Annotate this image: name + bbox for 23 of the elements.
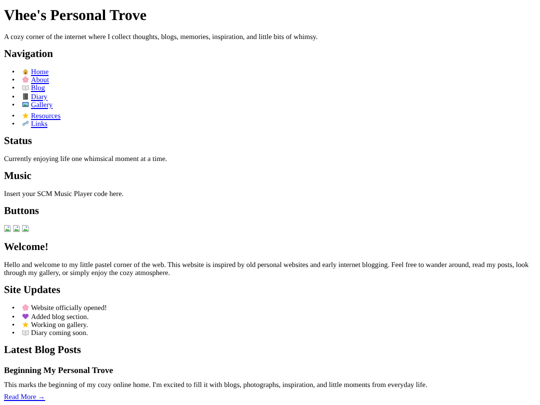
star-icon — [22, 320, 29, 328]
post-title: Beginning My Personal Trove — [4, 365, 114, 376]
section-heading: Status — [4, 136, 34, 148]
section-heading: Buttons — [4, 206, 40, 218]
section-heading: Site Updates — [4, 285, 62, 298]
broken-image-icon — [4, 225, 11, 232]
section-heading: Welcome! — [4, 242, 50, 254]
heart-icon — [22, 312, 29, 320]
broken-image-icon — [22, 225, 29, 232]
section-heading: Music — [4, 171, 32, 184]
book-icon — [22, 84, 29, 92]
site-title: Vhee's Personal Trove — [4, 7, 148, 25]
section-heading: Latest Blog Posts — [4, 345, 82, 358]
picture-frame-icon — [22, 100, 29, 108]
flower-icon — [22, 76, 29, 84]
section-heading: Navigation — [4, 49, 54, 61]
notebook-icon — [22, 92, 29, 100]
house-icon — [22, 68, 29, 75]
broken-image-icon — [13, 225, 20, 232]
star-icon — [22, 112, 29, 119]
flower-icon — [22, 304, 29, 312]
book-icon — [22, 328, 29, 336]
chain-link-icon — [22, 120, 29, 128]
